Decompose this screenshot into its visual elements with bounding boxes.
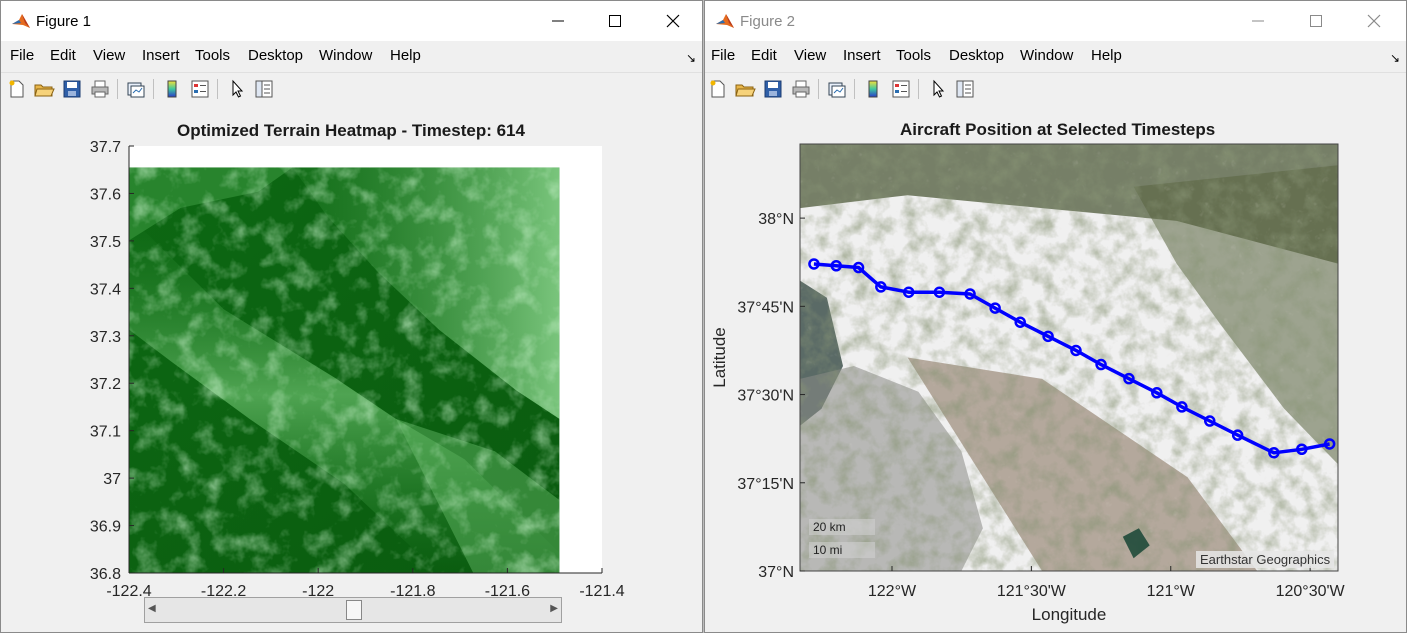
map-x-tick-label: 120°30'W	[1276, 583, 1346, 600]
heatmap-x-tick-label: -121.4	[579, 583, 624, 600]
heatmap-y-tick-label: 37.7	[90, 139, 121, 156]
map-x-tick-label: 121°W	[1147, 583, 1196, 600]
heatmap-y-tick-label: 37	[103, 471, 121, 488]
map-y-tick-label: 37°15'N	[737, 476, 794, 493]
heatmap-y-tick-label: 37.1	[90, 424, 121, 441]
map-x-tick-label: 122°W	[868, 583, 917, 600]
map-y-axis-label: Latitude	[710, 327, 729, 388]
terrain-heatmap-chart: 36.8 36.9 37 37.1 37.2 37.3 37.4 37.5 37.6 37.7 -1…	[90, 139, 625, 600]
heatmap-y-tick-label: 36.9	[90, 519, 121, 536]
timestep-slider[interactable]: ◀ ▶	[144, 597, 562, 623]
figure-2-window: Figure 2 File Edit View Insert Tools Des…	[704, 0, 1407, 633]
urban-texture	[800, 144, 1338, 571]
slider-thumb[interactable]	[346, 600, 362, 620]
heatmap-image	[129, 167, 560, 573]
map-y-tick-label: 37°30'N	[737, 388, 794, 405]
satellite-basemap	[800, 144, 1338, 571]
heatmap-y-tick-label: 37.5	[90, 234, 121, 251]
aircraft-position-map: 37°N 37°15'N 37°30'N 37°45'N 38°N 122°W 121°30…	[710, 143, 1346, 624]
heatmap-y-tick-label: 36.8	[90, 566, 121, 583]
map-x-tick-label: 121°30'W	[997, 583, 1067, 600]
heatmap-y-tick-label: 37.4	[90, 281, 121, 298]
slider-right-arrow-icon[interactable]: ▶	[550, 603, 558, 614]
scale-bar-mi: 10 mi	[809, 542, 875, 558]
slider-left-arrow-icon[interactable]: ◀	[148, 603, 156, 614]
scale-bar-km: 20 km	[809, 519, 875, 535]
map-y-tick-label: 38°N	[758, 211, 794, 228]
terrain-texture	[129, 167, 560, 573]
map-x-axis-label: Longitude	[1032, 605, 1107, 624]
map-y-tick-label: 37°45'N	[737, 299, 794, 316]
heatmap-y-tick-label: 37.2	[90, 376, 121, 393]
figure-1-window: Figure 1 File Edit View Insert Tools Des…	[0, 0, 703, 633]
heatmap-y-tick-label: 37.6	[90, 186, 121, 203]
map-attribution: Earthstar Geographics	[1196, 551, 1335, 568]
heatmap-y-tick-label: 37.3	[90, 329, 121, 346]
map-y-tick-label: 37°N	[758, 564, 794, 581]
